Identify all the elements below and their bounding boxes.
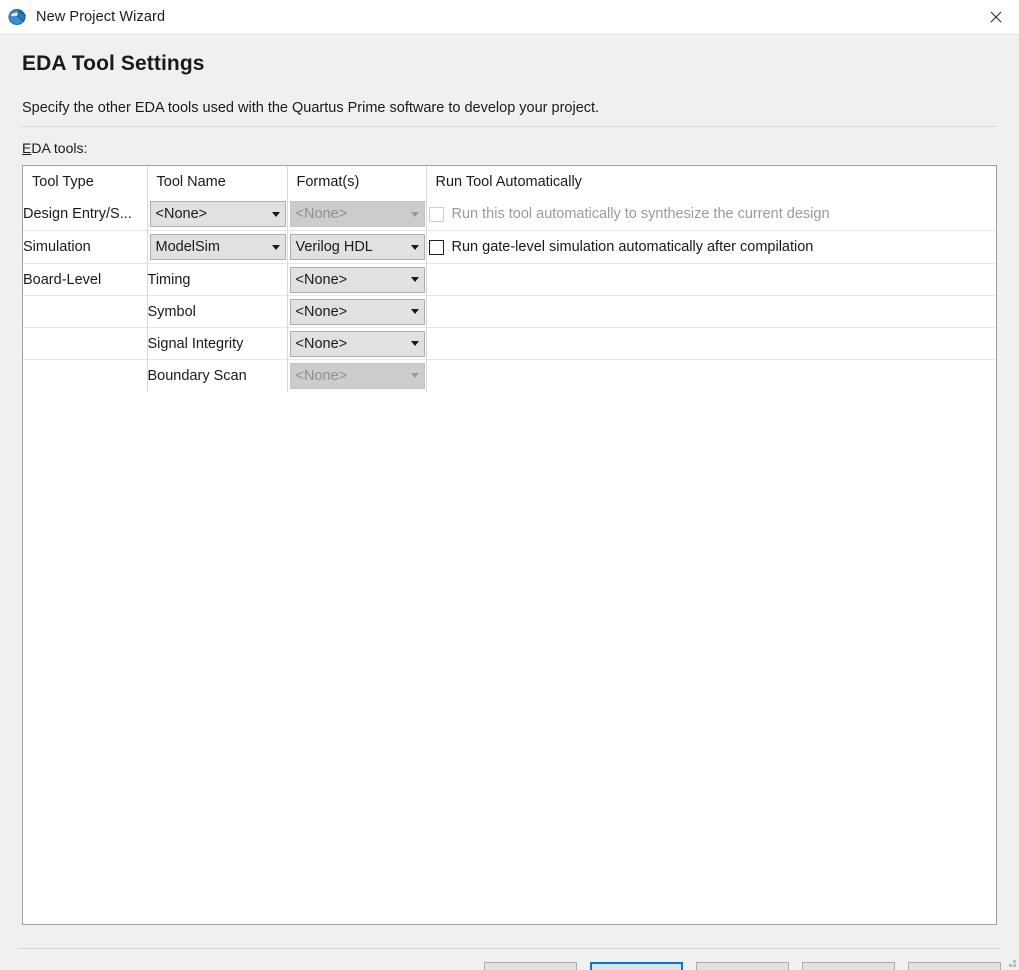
chevron-down-icon [406, 373, 424, 379]
table-row: Simulation ModelSim Verilog HDL Run gate-le… [23, 230, 997, 264]
tool-name-dropdown-value: <None> [155, 206, 208, 222]
format-dropdown-value: <None> [295, 206, 348, 222]
table-row: Design Entry/S... <None> <None> Run this to… [23, 198, 996, 231]
cell-tool-type: Simulation [23, 230, 148, 264]
cell-run-tool-automatically: Run this tool automatically to synthesiz… [426, 198, 996, 231]
format-dropdown-value: Verilog HDL [295, 239, 373, 255]
format-dropdown[interactable]: <None> [289, 266, 425, 293]
eda-tools-table: Tool Type Tool Name Format(s) Run Tool A… [22, 165, 997, 925]
column-header-tool-name: Tool Name [147, 166, 288, 198]
cell-run-tool-automatically [426, 327, 996, 360]
cell-tool-type [23, 327, 148, 360]
table-row: Signal Integrity <None> [23, 327, 996, 360]
cell-run-tool-automatically [426, 295, 996, 328]
table-header-row: Tool Type Tool Name Format(s) Run Tool A… [23, 166, 996, 198]
cell-tool-name: <None> [147, 198, 288, 231]
format-dropdown[interactable]: Verilog HDL [289, 234, 425, 260]
page-description: Specify the other EDA tools used with th… [22, 100, 600, 116]
header-divider [22, 126, 997, 127]
run-tool-checkbox-label: Run this tool automatically to synthesiz… [451, 206, 830, 222]
table-row: Board-Level Timing <None> [23, 263, 996, 296]
cell-run-tool-automatically [426, 359, 996, 392]
format-dropdown[interactable]: <None> [289, 330, 425, 357]
chevron-down-icon [406, 309, 424, 314]
chevron-down-icon [406, 277, 424, 282]
table-row: Symbol <None> [23, 295, 996, 328]
run-tool-checkbox-label: Run gate-level simulation automatically … [451, 239, 814, 255]
quartus-globe-icon [8, 7, 28, 27]
table-body: Design Entry/S... <None> <None> Run this to… [23, 198, 996, 392]
cancel-button[interactable]: Cancel [802, 962, 895, 970]
eda-tools-label-mnemonic: E [22, 140, 32, 156]
resize-grip[interactable] [1005, 956, 1016, 967]
cell-tool-name: Symbol [147, 295, 288, 328]
eda-tools-label: EDA tools: [22, 140, 87, 156]
format-dropdown-value: <None> [295, 367, 348, 384]
cell-run-tool-automatically: Run gate-level simulation automatically … [426, 230, 997, 264]
cell-format: <None> [287, 327, 427, 360]
tool-name-dropdown-value: ModelSim [155, 239, 220, 255]
chevron-down-icon [267, 244, 285, 250]
table-header: Tool Type Tool Name Format(s) Run Tool A… [23, 166, 996, 198]
tool-name-dropdown[interactable]: ModelSim [149, 234, 286, 260]
title-bar: New Project Wizard [0, 0, 1019, 33]
footer-button-bar: < Back Next > Finish Cancel Help [0, 962, 1019, 970]
page-title: EDA Tool Settings [22, 52, 205, 75]
cell-tool-name: Boundary Scan [147, 359, 288, 392]
cell-tool-type [23, 295, 148, 328]
format-dropdown-value: <None> [295, 335, 348, 352]
next-button[interactable]: Next > [590, 962, 683, 970]
chevron-down-icon [406, 211, 424, 217]
eda-tools-label-rest: DA tools: [31, 140, 88, 156]
table-row: Boundary Scan <None> [23, 359, 996, 392]
new-project-wizard-window: New Project Wizard EDA Tool Settings Spe… [0, 0, 1019, 970]
cell-tool-name: ModelSim [147, 230, 288, 264]
cell-tool-type: Design Entry/S... [23, 198, 148, 231]
cell-tool-name: Timing [147, 263, 288, 296]
tool-name-dropdown[interactable]: <None> [149, 201, 286, 227]
run-tool-checkbox [428, 206, 444, 222]
chevron-down-icon [267, 211, 285, 217]
cell-tool-type [23, 359, 148, 392]
chevron-down-icon [406, 244, 424, 250]
footer-divider [18, 948, 1001, 949]
run-tool-checkbox-row[interactable]: Run gate-level simulation automatically … [427, 231, 997, 263]
format-dropdown[interactable]: <None> [289, 298, 425, 325]
format-dropdown-value: <None> [295, 271, 348, 288]
window-title: New Project Wizard [36, 8, 166, 25]
column-header-formats: Format(s) [287, 166, 427, 198]
cell-format: <None> [287, 198, 427, 231]
format-dropdown: <None> [289, 362, 425, 389]
wizard-content: EDA Tool Settings Specify the other EDA … [0, 33, 1019, 970]
cell-tool-name: Signal Integrity [147, 327, 288, 360]
cell-format: Verilog HDL [287, 230, 427, 264]
run-tool-checkbox-row: Run this tool automatically to synthesiz… [427, 198, 997, 230]
cell-format: <None> [287, 263, 427, 296]
finish-button[interactable]: Finish [696, 962, 789, 970]
format-dropdown-value: <None> [295, 303, 348, 320]
format-dropdown: <None> [289, 201, 425, 227]
chevron-down-icon [406, 341, 424, 346]
cell-tool-type: Board-Level [23, 263, 148, 296]
cell-format: <None> [287, 359, 427, 392]
cell-format: <None> [287, 295, 427, 328]
back-button[interactable]: < Back [484, 962, 577, 970]
help-button[interactable]: Help [908, 962, 1001, 970]
close-icon[interactable] [973, 0, 1019, 33]
cell-run-tool-automatically [426, 263, 996, 296]
run-tool-checkbox[interactable] [428, 239, 444, 255]
column-header-run-tool-automatically: Run Tool Automatically [435, 174, 582, 190]
column-header-tool-type: Tool Type [23, 166, 148, 198]
